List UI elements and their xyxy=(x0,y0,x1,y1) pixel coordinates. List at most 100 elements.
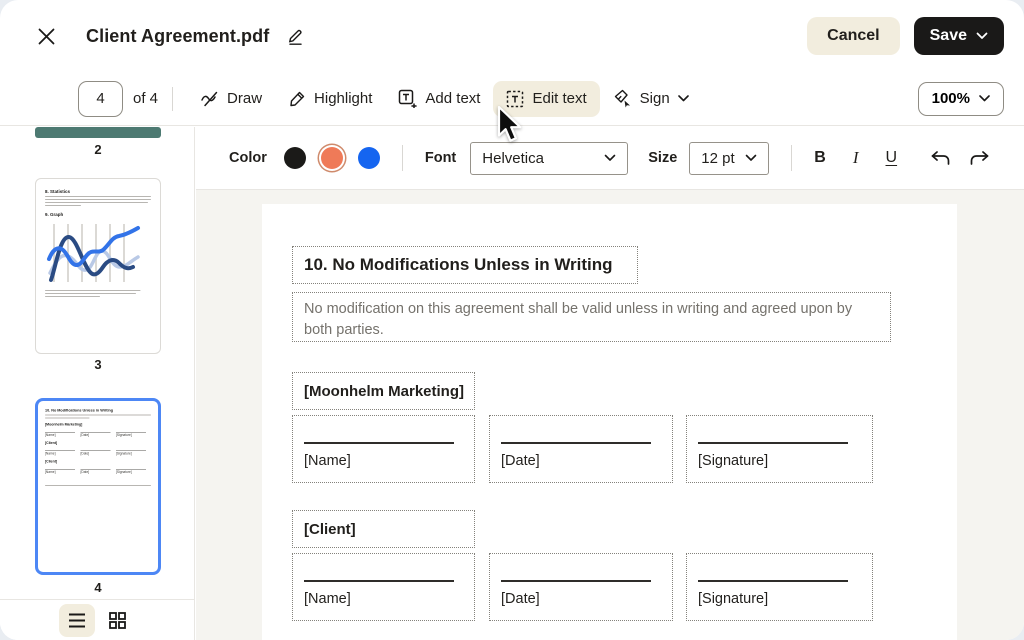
font-select[interactable]: Helvetica xyxy=(470,141,629,175)
draw-label: Draw xyxy=(227,90,263,107)
save-button[interactable]: Save xyxy=(913,17,1004,55)
rename-button[interactable] xyxy=(281,22,309,50)
size-label: Size xyxy=(648,150,678,166)
edit-text-tool-button[interactable]: Edit text xyxy=(493,80,600,117)
editable-signature-field[interactable]: [Name] xyxy=(292,415,475,483)
thumb-text-line xyxy=(45,290,141,291)
field-label: [Name] xyxy=(304,453,351,469)
title-bar: Client Agreement.pdf Cancel Save xyxy=(0,0,1024,72)
italic-button[interactable]: I xyxy=(853,148,859,168)
chevron-down-icon xyxy=(604,154,616,162)
editable-signature-field[interactable]: [Signature] xyxy=(686,553,873,621)
document-canvas: 10. No Modifications Unless in Writing N… xyxy=(196,190,1024,640)
thumb-text-line xyxy=(45,417,90,419)
chevron-down-icon xyxy=(745,154,757,162)
chevron-down-icon xyxy=(976,32,988,40)
close-button[interactable] xyxy=(30,20,62,52)
bold-button[interactable]: B xyxy=(814,149,826,167)
underline-button[interactable]: U xyxy=(886,149,898,167)
thumb-text-line xyxy=(45,485,151,486)
pdf-editor-window: Client Agreement.pdf Cancel Save of 4 xyxy=(0,0,1024,640)
editable-signature-field[interactable]: [Signature] xyxy=(686,415,873,483)
page-number-input[interactable] xyxy=(78,80,123,117)
text-style-buttons: B I U xyxy=(814,148,897,168)
edit-text-icon xyxy=(506,90,524,108)
field-label: [Signature] xyxy=(698,591,769,607)
thumb-text-line xyxy=(45,202,148,203)
color-swatch-black[interactable] xyxy=(283,147,306,169)
thumb-text-line xyxy=(45,199,151,200)
thumb-signature-row: [Name] [Date] [Signature] xyxy=(45,450,146,456)
thumbnail-sidebar: 2 8. Statistics 9. Graph 3 10. No Modifi… xyxy=(0,127,195,640)
thumb4-party-3: [Client] xyxy=(45,460,58,464)
editable-party-box[interactable]: [Moonhelm Marketing] xyxy=(292,372,475,410)
pdf-page: 10. No Modifications Unless in Writing N… xyxy=(262,204,957,640)
signature-line xyxy=(698,580,848,582)
color-swatch-orange-selected[interactable] xyxy=(320,147,343,169)
color-swatches xyxy=(283,147,380,169)
size-value: 12 pt xyxy=(701,149,735,167)
size-select[interactable]: 12 pt xyxy=(689,141,770,175)
sidebar-view-toggle xyxy=(0,599,194,640)
history-buttons xyxy=(930,150,990,166)
field-label: [Date] xyxy=(501,453,540,469)
thumb4-party-1: [Moonhelm Marketing] xyxy=(45,423,83,427)
pencil-icon xyxy=(286,27,304,45)
page-4-number: 4 xyxy=(94,580,102,595)
highlight-label: Highlight xyxy=(314,90,373,107)
save-button-label: Save xyxy=(929,27,967,44)
list-view-button[interactable] xyxy=(58,603,95,637)
cancel-button[interactable]: Cancel xyxy=(807,17,900,55)
field-label: [Date] xyxy=(501,591,540,607)
color-swatch-blue[interactable] xyxy=(357,147,380,169)
editable-paragraph-box[interactable]: No modification on this agreement shall … xyxy=(292,292,891,342)
redo-button[interactable] xyxy=(969,150,990,166)
zoom-level-button[interactable]: 100% xyxy=(917,81,1004,116)
sign-label: Sign xyxy=(639,90,670,107)
thumb-text-line xyxy=(45,196,151,197)
page-2-number: 2 xyxy=(94,142,102,157)
editable-signature-field[interactable]: [Date] xyxy=(489,415,673,483)
undo-button[interactable] xyxy=(930,150,951,166)
editable-heading-box[interactable]: 10. No Modifications Unless in Writing xyxy=(292,246,638,284)
grid-view-button[interactable] xyxy=(100,604,136,637)
chevron-down-icon xyxy=(979,95,990,102)
editable-signature-field[interactable]: [Date] xyxy=(489,553,673,621)
page-4-thumbnail-selected[interactable]: 10. No Modifications Unless in Writing [… xyxy=(35,398,161,575)
signature-line xyxy=(501,580,651,582)
highlight-tool-button[interactable]: Highlight xyxy=(275,81,385,117)
grid-view-icon xyxy=(109,611,126,629)
page-3-thumbnail[interactable]: 8. Statistics 9. Graph xyxy=(35,178,161,354)
page-count-label: of 4 xyxy=(133,90,159,107)
thumb3-heading-statistics: 8. Statistics xyxy=(45,189,71,194)
draw-tool-button[interactable]: Draw xyxy=(187,81,275,117)
text-format-bar: Color Font Helvetica Size 12 pt B I U xyxy=(196,127,1024,190)
thumb4-heading: 10. No Modifications Unless in Writing xyxy=(45,408,114,413)
tool-row: of 4 Draw Highlight xyxy=(0,72,1024,126)
thumb-text-line xyxy=(45,414,151,416)
redo-icon xyxy=(969,150,990,166)
editable-signature-field[interactable]: [Name] xyxy=(292,553,475,621)
thumb4-party-2: [Client] xyxy=(45,441,58,446)
signature-line xyxy=(304,442,454,444)
add-text-tool-button[interactable]: Add text xyxy=(385,81,493,117)
sign-tool-button[interactable]: Sign xyxy=(600,81,702,117)
field-label: [Signature] xyxy=(698,453,769,469)
editable-party-box[interactable]: [Client] xyxy=(292,510,475,548)
thumb-text-line xyxy=(45,205,82,206)
font-value: Helvetica xyxy=(482,149,544,167)
close-icon xyxy=(38,28,55,45)
signature-line xyxy=(698,442,848,444)
thumb3-heading-graph: 9. Graph xyxy=(45,212,64,217)
signature-line xyxy=(501,442,651,444)
thumb-text-line xyxy=(45,293,137,294)
thumb-text-line xyxy=(45,296,101,297)
list-view-icon xyxy=(68,613,86,628)
edit-text-label: Edit text xyxy=(532,90,587,107)
thumb-signature-row: [Name] [Date] [Signature] xyxy=(45,469,146,474)
add-text-icon xyxy=(398,89,418,108)
page-3-number: 3 xyxy=(94,357,102,372)
color-label: Color xyxy=(229,150,267,166)
page-2-thumbnail[interactable] xyxy=(35,127,161,138)
highlighter-icon xyxy=(288,90,306,108)
